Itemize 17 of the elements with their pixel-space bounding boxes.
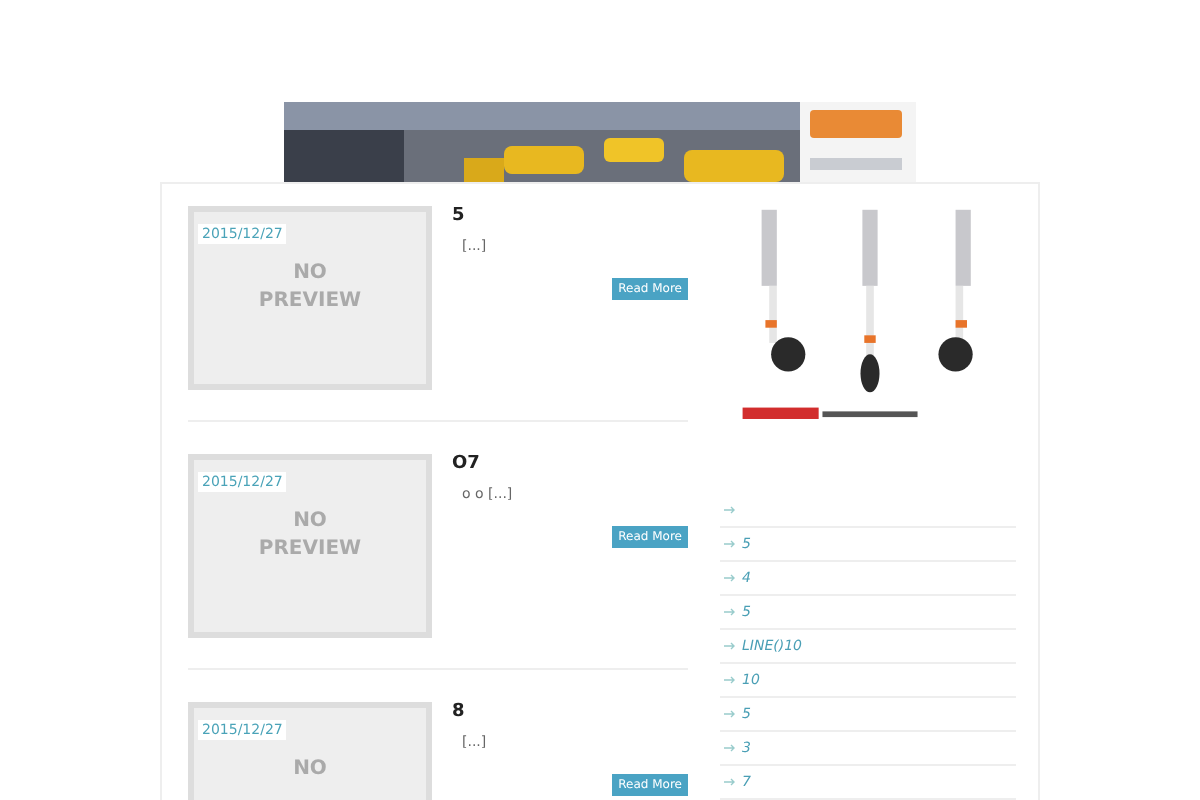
arrow-icon [724,778,736,786]
post-title[interactable]: O7 [452,454,688,474]
arrow-icon [724,574,736,582]
no-preview-text: NO [293,260,327,288]
no-preview-text: PREVIEW [258,536,362,564]
no-preview-text: NO [293,508,327,536]
post-title[interactable]: 8 [452,702,688,722]
arrow-icon [724,710,736,718]
arrow-icon [724,744,736,752]
arrow-icon [724,608,736,616]
no-preview-text: PREVIEW [258,288,362,316]
arrow-icon [724,540,736,548]
arrow-icon [724,506,736,514]
arrow-icon [724,642,736,650]
arrow-icon [724,676,736,684]
post-title[interactable]: 5 [452,206,688,226]
no-preview-text: NO [293,756,327,784]
